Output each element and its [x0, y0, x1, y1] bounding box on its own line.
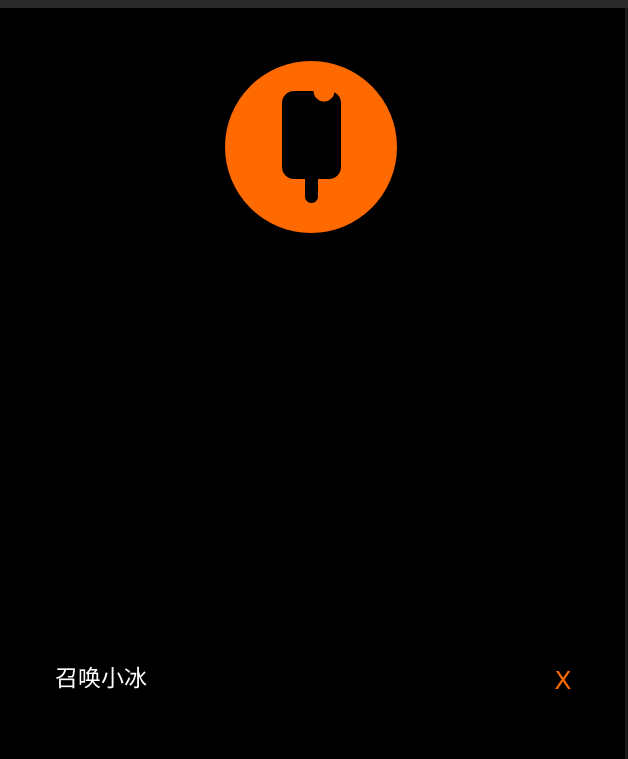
popsicle-icon	[282, 80, 341, 203]
popsicle-logo	[225, 61, 397, 233]
title-bar-strip	[0, 0, 628, 8]
app-window: 召唤小冰 X	[0, 0, 628, 759]
summon-xiaobing-label[interactable]: 召唤小冰	[55, 664, 147, 694]
close-button[interactable]: X	[549, 664, 577, 698]
